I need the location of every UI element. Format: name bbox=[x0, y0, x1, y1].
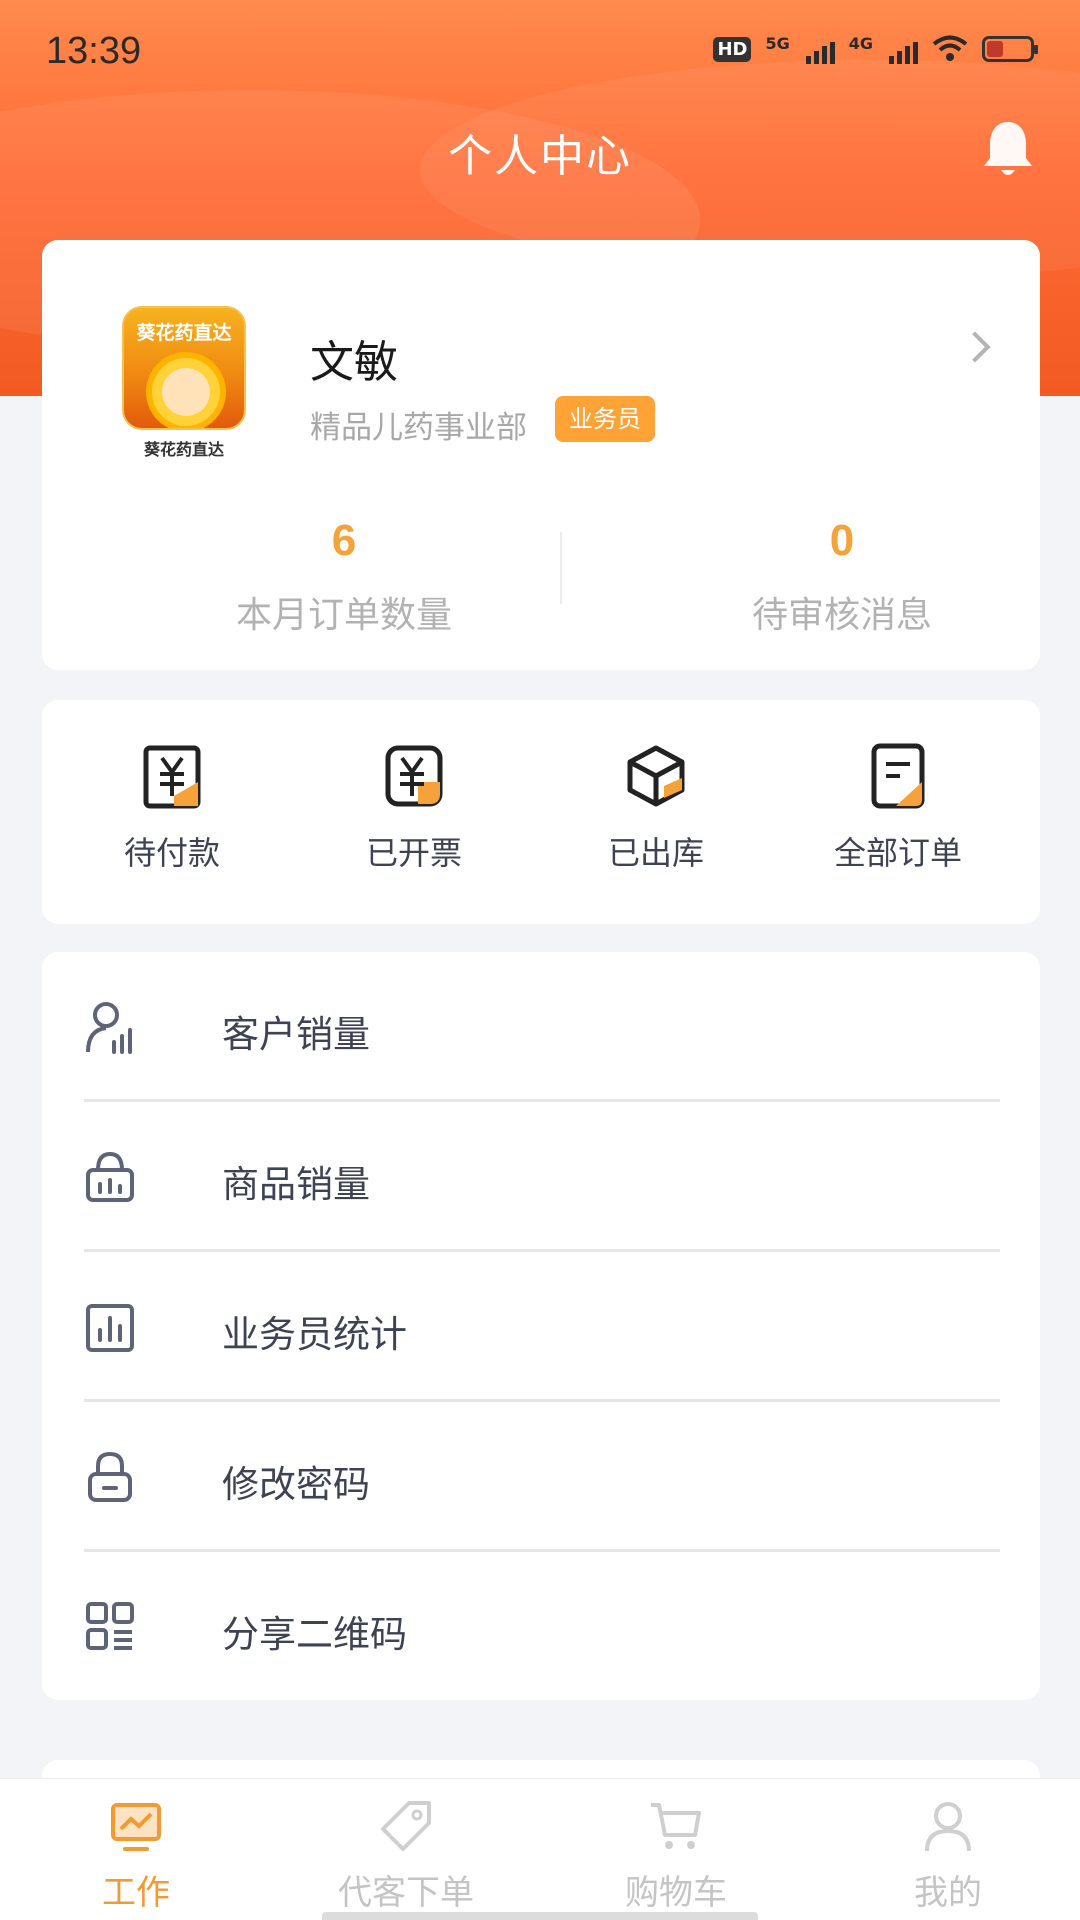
profile-card[interactable]: 葵花药直达 葵花药直达 文敏 精品儿药事业部 业务员 6 本月订单数量 0 待审… bbox=[42, 240, 1040, 670]
menu-item-change-password[interactable]: 修改密码 bbox=[84, 1402, 1000, 1552]
avatar-brand-text: 葵花药直达 bbox=[136, 322, 232, 344]
mascot-face bbox=[162, 368, 210, 416]
payment-receipt-icon bbox=[143, 745, 201, 809]
order-invoiced[interactable]: 已开票 bbox=[304, 742, 524, 874]
menu-item-product-sales[interactable]: 商品销量 bbox=[84, 1102, 1000, 1252]
menu-label: 客户销量 bbox=[222, 1013, 370, 1056]
order-pending-payment[interactable]: 待付款 bbox=[62, 742, 282, 874]
bar-chart-icon bbox=[86, 1304, 134, 1352]
order-label: 待付款 bbox=[123, 834, 220, 872]
tag-icon bbox=[381, 1801, 431, 1851]
status-bar: 13:39 HD 5G 4G bbox=[0, 0, 1080, 100]
menu-item-salesperson-stats[interactable]: 业务员统计 bbox=[84, 1252, 1000, 1402]
user-department: 精品儿药事业部 bbox=[310, 410, 527, 446]
menu-item-customer-sales[interactable]: 客户销量 bbox=[84, 952, 1000, 1102]
customer-chart-icon bbox=[86, 1002, 132, 1054]
network-4g-label: 4G bbox=[848, 34, 873, 53]
avatar: 葵花药直达 bbox=[122, 306, 246, 430]
orders-card: 待付款 已开票 已出库 全部订单 bbox=[42, 700, 1040, 924]
user-icon bbox=[925, 1802, 971, 1852]
tab-work[interactable]: 工作 bbox=[36, 1799, 236, 1914]
order-list-icon bbox=[871, 743, 925, 809]
bell-icon[interactable] bbox=[980, 118, 1036, 180]
stat-value: 0 bbox=[829, 516, 855, 565]
monitor-chart-icon bbox=[111, 1803, 161, 1851]
stat-pending-messages[interactable]: 0 待审核消息 bbox=[632, 516, 1052, 638]
tab-label: 代客下单 bbox=[338, 1873, 474, 1913]
battery-icon bbox=[982, 36, 1038, 62]
tab-cart[interactable]: 购物车 bbox=[576, 1799, 776, 1914]
bottom-tab-bar: 工作 代客下单 购物车 我的 bbox=[0, 1778, 1080, 1920]
stat-monthly-orders[interactable]: 6 本月订单数量 bbox=[134, 516, 554, 638]
avatar-caption: 葵花药直达 bbox=[143, 440, 224, 459]
box-icon bbox=[627, 745, 685, 807]
signal-icon bbox=[889, 34, 918, 64]
order-shipped[interactable]: 已出库 bbox=[546, 742, 766, 874]
stat-label: 本月订单数量 bbox=[235, 595, 452, 636]
hd-badge: HD bbox=[713, 36, 752, 62]
order-label: 已开票 bbox=[365, 834, 462, 872]
order-label: 已出库 bbox=[607, 834, 704, 872]
menu-label: 修改密码 bbox=[222, 1463, 370, 1506]
menu-label: 分享二维码 bbox=[222, 1613, 407, 1656]
order-label: 全部订单 bbox=[833, 834, 962, 872]
menu-card: 客户销量 商品销量 业务员统计 修改密码 分享二维码 bbox=[42, 952, 1040, 1700]
status-icons: HD 5G 4G bbox=[713, 34, 1038, 64]
lock-icon bbox=[88, 1451, 132, 1502]
home-indicator[interactable] bbox=[322, 1912, 758, 1920]
invoice-icon bbox=[385, 745, 443, 807]
status-time: 13:39 bbox=[46, 30, 142, 72]
menu-label: 商品销量 bbox=[222, 1163, 370, 1206]
order-all[interactable]: 全部订单 bbox=[788, 742, 1008, 874]
tab-label: 购物车 bbox=[625, 1873, 727, 1913]
signal-icon bbox=[805, 34, 835, 64]
stat-label: 待审核消息 bbox=[751, 595, 932, 636]
wifi-icon bbox=[932, 35, 968, 61]
qr-grid-icon bbox=[86, 1602, 134, 1650]
role-badge: 业务员 bbox=[555, 396, 655, 442]
basket-icon bbox=[86, 1151, 134, 1202]
chevron-right-icon[interactable] bbox=[959, 331, 991, 363]
stat-divider bbox=[560, 532, 562, 604]
tab-order-for-customer[interactable]: 代客下单 bbox=[306, 1799, 506, 1914]
tab-label: 工作 bbox=[102, 1873, 170, 1913]
network-5g-label: 5G bbox=[765, 34, 790, 53]
menu-item-share-qrcode[interactable]: 分享二维码 bbox=[84, 1552, 1000, 1702]
user-name: 文敏 bbox=[310, 337, 398, 388]
tab-mine[interactable]: 我的 bbox=[848, 1799, 1048, 1914]
tab-label: 我的 bbox=[914, 1873, 982, 1913]
page-title: 个人中心 bbox=[448, 131, 632, 182]
cart-icon bbox=[651, 1803, 701, 1849]
menu-label: 业务员统计 bbox=[222, 1313, 407, 1356]
stat-value: 6 bbox=[331, 516, 357, 565]
